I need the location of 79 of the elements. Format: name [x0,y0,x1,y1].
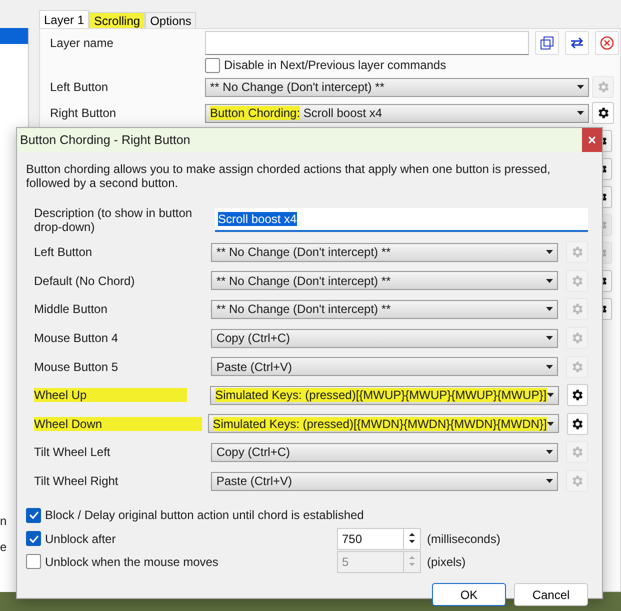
caret-icon [546,479,554,484]
gear-icon [570,388,584,402]
dialog-button[interactable]: OK [432,583,506,606]
dropdown[interactable]: ** No Change (Don't intercept) ** [211,271,558,290]
delete-button[interactable] [595,31,619,55]
field-label: Tilt Wheel Right [34,474,118,488]
field-label: Left Button [50,80,110,94]
dropdown[interactable]: Copy (Ctrl+C) [211,442,558,462]
swap-arrows-icon [570,37,584,49]
checkbox[interactable] [26,554,41,570]
checkbox[interactable] [205,58,220,72]
checkbox-label: Unblock when the mouse moves [45,554,220,569]
gear-icon [596,106,610,120]
field-label: Default (No Chord) [34,274,135,288]
check-icon [28,511,38,520]
intro-text: Button chording allows you to make assign chorded actions that apply when one button is pressed, followed by a second button. [26,162,552,190]
caret-icon [546,336,554,340]
caret-icon [546,364,554,369]
field-label: Wheel Up [34,388,187,402]
field-label: Layer name [50,36,114,50]
caret-icon [546,250,554,254]
checkbox-label: Block / Delay original button action until chord is established [45,508,364,522]
checkbox[interactable] [26,531,41,546]
field-label: Mouse Button 4 [34,331,118,346]
gear-icon [570,245,584,260]
settings-button[interactable] [592,102,614,124]
caret-icon [546,450,554,454]
copy-icon [540,36,554,50]
field-label: Description (to show in button drop-down) [34,206,194,234]
dropdown[interactable]: Simulated Keys: (pressed)[{MWUP}{MWUP}{MWUP}{MWUP}] [210,386,559,405]
gear-icon [570,416,584,431]
gear-icon [570,274,584,288]
field-label: Left Button [34,245,92,260]
checkbox-label: Unblock after [45,532,117,546]
field-label: Tilt Wheel Left [34,445,110,460]
dropdown[interactable]: Paste (Ctrl+V) [211,357,558,376]
tab[interactable]: Scrolling [89,12,146,28]
caret-icon [577,85,584,89]
field-label: Middle Button [34,302,108,316]
field-label: Mouse Button 5 [34,360,118,374]
caret-icon [577,111,584,115]
description-field[interactable]: Scroll boost x4 [215,208,588,232]
layer-name-field[interactable] [205,31,529,55]
caret-icon [546,422,554,426]
settings-button[interactable] [566,412,588,435]
dialog-title: Button Chording - Right Button [20,133,190,147]
gear-icon [570,302,584,316]
dropdown[interactable]: Paste (Ctrl+V) [211,472,558,491]
copy-button[interactable] [535,31,559,55]
gear-icon [570,331,584,346]
check-icon [28,534,38,543]
gear-icon [570,445,584,460]
close-icon [600,36,614,50]
gear-icon [596,80,610,94]
caret-icon [546,393,554,398]
tab[interactable]: Options [145,12,196,28]
field-label: Wheel Down [34,416,202,431]
dropdown[interactable]: ** No Change (Don't intercept) ** [211,242,558,262]
dropdown[interactable]: ** No Change (Don't intercept) ** [211,300,558,319]
swap-button[interactable] [565,31,589,55]
gear-icon [570,474,584,488]
checkbox[interactable] [26,508,41,523]
caret-icon [546,307,554,312]
dropdown[interactable]: ** No Change (Don't intercept) ** [205,78,589,96]
dropdown[interactable]: Copy (Ctrl+C) [211,328,558,348]
field-label: Right Button [50,106,118,120]
tab[interactable]: Layer 1 [39,10,90,28]
dropdown[interactable]: Simulated Keys: (pressed)[{MWDN}{MWDN}{MWDN}{MWDN}] [208,414,559,434]
close-button[interactable] [582,128,602,152]
number-field[interactable]: 750 [337,528,421,550]
close-icon [588,136,596,144]
checkbox-label: Disable in Next/Previous layer commands [224,58,446,72]
unit-label: (milliseconds) [427,532,500,546]
unit-label: (pixels) [427,554,466,569]
dropdown[interactable]: Button Chording: Scroll boost x4 [205,104,589,122]
gear-icon [570,360,584,374]
dialog-button[interactable]: Cancel [514,583,588,606]
caret-icon [546,278,554,283]
settings-button[interactable] [566,384,588,406]
